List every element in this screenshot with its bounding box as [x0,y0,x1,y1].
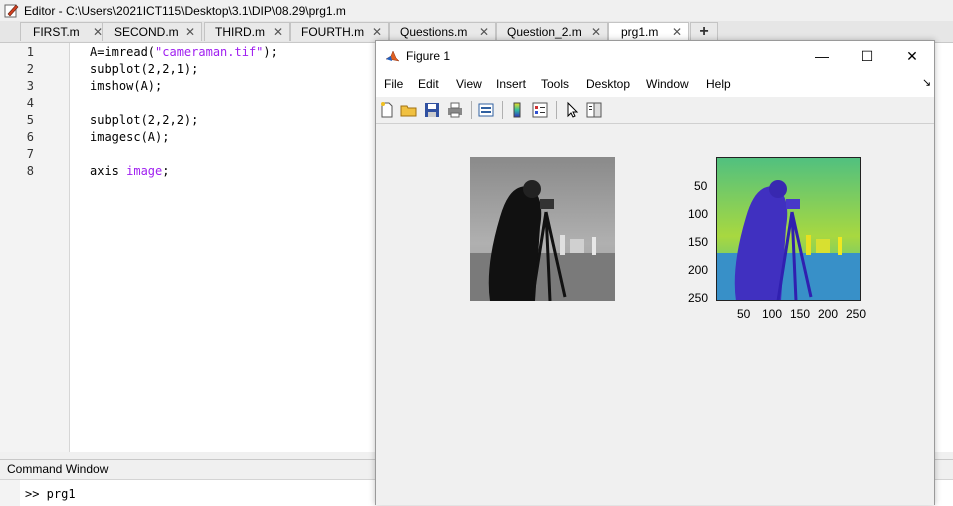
y-tick-label: 50 [694,179,708,193]
code-text: ); [263,45,278,59]
code-string: image [126,164,163,178]
code-string: "cameraman.tif" [155,45,264,59]
tab-label: prg1.m [621,25,659,39]
code-line-6[interactable]: imagesc(A); [90,130,169,144]
code-line-8[interactable]: axis image; [90,164,169,178]
tab-close-icon[interactable]: ✕ [273,25,283,39]
tab-close-icon[interactable]: ✕ [591,25,601,39]
code-line-2[interactable]: subplot(2,2,1); [90,62,198,76]
tab-third[interactable]: THIRD.m ✕ [204,22,290,41]
command-prompt-line[interactable]: >> prg1 [25,487,76,501]
tab-close-icon[interactable]: ✕ [185,25,195,39]
x-tick-label: 50 [737,307,751,321]
editor-pencil-icon [4,4,19,18]
tab-label: Question_2.m [507,25,582,39]
editor-title-bar: Editor - C:\Users\2021ICT115\Desktop\3.1… [0,0,953,21]
tab-question-2[interactable]: Question_2.m ✕ [496,22,608,41]
new-tab-button[interactable]: + [690,22,718,41]
tab-label: FOURTH.m [301,25,365,39]
menu-tools[interactable]: Tools [541,77,569,91]
save-icon[interactable] [423,101,441,119]
tab-close-icon[interactable]: ✕ [479,25,489,39]
tab-label: THIRD.m [215,25,265,39]
y-tick-label: 150 [688,235,709,249]
toolbar-separator [471,101,472,119]
menu-desktop[interactable]: Desktop [586,77,630,91]
property-inspector-icon[interactable] [585,101,603,119]
code-line-5[interactable]: subplot(2,2,2); [90,113,198,127]
open-file-icon[interactable] [400,101,418,119]
pointer-icon[interactable] [563,101,581,119]
menu-insert[interactable]: Insert [496,77,526,91]
code-text: A=imread( [90,45,156,59]
print-icon[interactable] [446,101,464,119]
menu-help[interactable]: Help [706,77,731,91]
tab-first[interactable]: FIRST.m ✕ [20,22,110,41]
figure-menu-bar: File Edit View Insert Tools Desktop Wind… [376,71,934,97]
code-text: ; [162,164,170,178]
line-number: 6 [26,130,34,144]
x-tick-label: 100 [762,307,783,321]
tab-second[interactable]: SECOND.m ✕ [102,22,202,41]
x-tick-label: 250 [846,307,867,321]
legend-icon[interactable] [531,101,549,119]
figure-toolbar [376,97,934,124]
subplot-2-image [716,157,861,301]
menu-view[interactable]: View [456,77,482,91]
y-tick-label: 100 [688,207,709,221]
new-figure-icon[interactable] [378,101,396,119]
tab-close-icon[interactable]: ✕ [672,25,682,39]
x-tick-label: 150 [790,307,811,321]
code-line-3[interactable]: imshow(A); [90,79,162,93]
y-tick-label: 200 [688,263,709,277]
toolbar-separator [502,101,503,119]
tab-label: SECOND.m [114,25,179,39]
line-number: 2 [26,62,34,76]
menu-window[interactable]: Window [646,77,689,91]
tab-questions[interactable]: Questions.m ✕ [389,22,496,41]
tab-label: FIRST.m [33,25,80,39]
line-number: 8 [26,164,34,178]
figure-window[interactable]: Figure 1 — ☐ ✕ File Edit View Insert Too… [375,40,935,505]
toolbar-separator [556,101,557,119]
colorbar-icon[interactable] [508,101,526,119]
editor-window-title: Editor - C:\Users\2021ICT115\Desktop\3.1… [24,4,346,18]
menu-overflow-arrow-icon[interactable]: ↘ [922,76,931,89]
line-number: 5 [26,113,34,127]
line-number: 1 [26,45,34,59]
close-button[interactable]: ✕ [889,41,935,71]
tab-close-icon[interactable]: ✕ [372,25,382,39]
figure-title-bar[interactable]: Figure 1 — ☐ ✕ [376,41,934,71]
maximize-button[interactable]: ☐ [844,41,890,71]
x-tick-label: 200 [818,307,839,321]
figure-title: Figure 1 [406,49,451,63]
tab-fourth[interactable]: FOURTH.m ✕ [290,22,389,41]
line-number: 4 [26,96,34,110]
matlab-logo-icon [385,50,400,62]
code-text: axis [90,164,127,178]
link-icon[interactable] [477,101,495,119]
menu-edit[interactable]: Edit [418,77,439,91]
line-number-gutter: 1 2 3 4 5 6 7 8 [0,43,70,452]
code-line-1[interactable]: A=imread("cameraman.tif"); [90,45,278,59]
command-window-gutter [0,480,20,506]
line-number: 3 [26,79,34,93]
menu-file[interactable]: File [384,77,403,91]
tab-label: Questions.m [400,25,468,39]
minimize-button[interactable]: — [799,41,845,71]
command-window-title: Command Window [7,462,109,476]
subplot-1-image [470,157,615,301]
line-number: 7 [26,147,34,161]
y-tick-label: 250 [688,291,709,305]
